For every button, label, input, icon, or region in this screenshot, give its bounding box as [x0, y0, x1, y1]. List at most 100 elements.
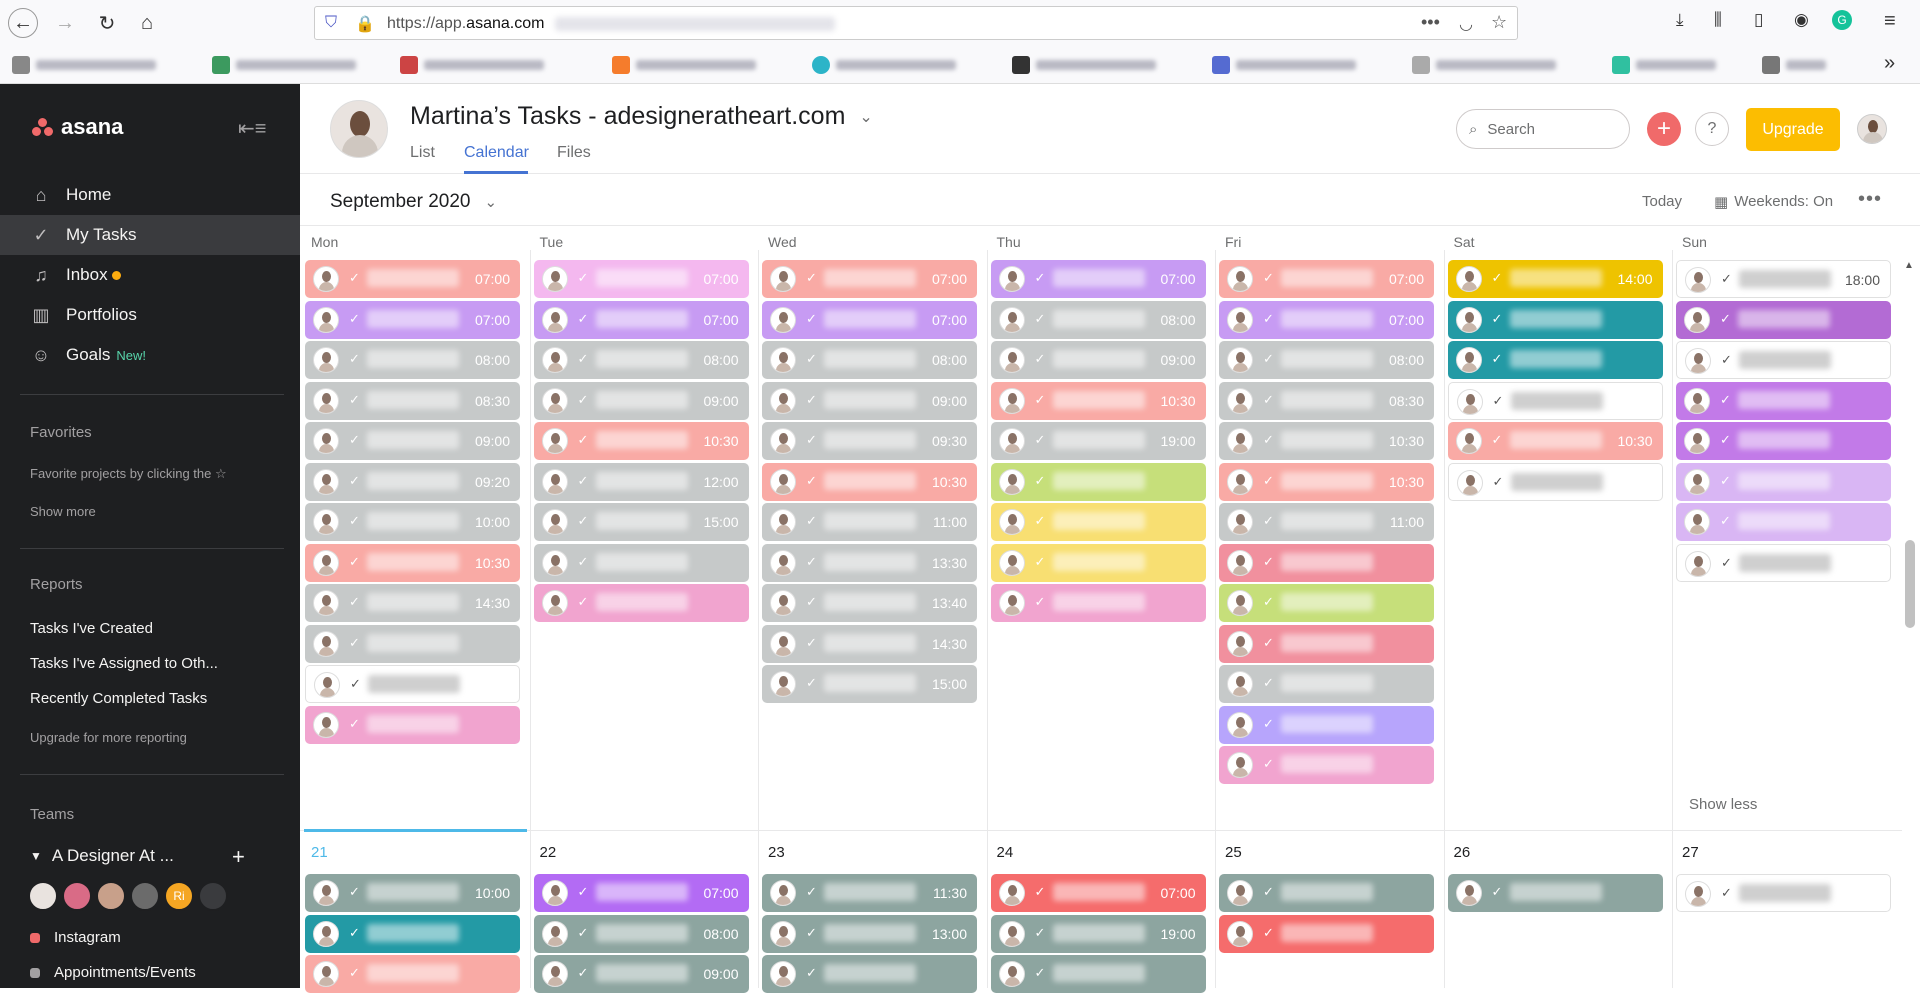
check-icon[interactable]: ✓: [1263, 635, 1274, 651]
task-card[interactable]: ✓ 07:00: [990, 874, 1206, 912]
check-icon[interactable]: ✓: [1720, 311, 1731, 327]
library-icon[interactable]: ⫼: [1714, 10, 1722, 30]
task-card[interactable]: ✓ 08:00: [533, 914, 749, 953]
check-icon[interactable]: ✓: [1263, 513, 1274, 529]
task-card[interactable]: ✓: [1219, 914, 1434, 953]
assignee-avatar[interactable]: [1227, 468, 1253, 495]
check-icon[interactable]: ✓: [578, 554, 589, 570]
task-card[interactable]: ✓ 10:30: [1219, 462, 1434, 501]
check-icon[interactable]: ✓: [806, 432, 817, 448]
assignee-avatar[interactable]: [1456, 469, 1483, 496]
avatar[interactable]: [62, 881, 92, 911]
date-number[interactable]: 25: [1225, 844, 1242, 861]
assignee-avatar[interactable]: [1456, 388, 1483, 415]
assignee-avatar[interactable]: [998, 266, 1025, 292]
assignee-avatar[interactable]: [313, 590, 339, 616]
task-card[interactable]: ✓ 09:30: [762, 422, 977, 460]
assignee-avatar[interactable]: [541, 920, 568, 947]
task-card[interactable]: ✓ 14:30: [762, 624, 977, 663]
asana-logo[interactable]: asana: [32, 114, 123, 140]
date-number[interactable]: 27: [1682, 844, 1699, 861]
sidebar-item-inbox[interactable]: ♫ Inbox: [0, 255, 300, 295]
check-icon[interactable]: ✓: [1721, 555, 1732, 571]
check-icon[interactable]: ✓: [349, 392, 360, 408]
check-icon[interactable]: ✓: [349, 270, 360, 286]
task-card[interactable]: ✓ 07:00: [762, 300, 977, 339]
avatar[interactable]: Ri: [164, 881, 194, 911]
check-icon[interactable]: ✓: [1035, 351, 1046, 367]
assignee-avatar[interactable]: [1685, 348, 1711, 374]
check-icon[interactable]: ✓: [1035, 473, 1046, 489]
check-icon[interactable]: ✓: [1720, 473, 1731, 489]
assignee-avatar[interactable]: [1227, 752, 1253, 778]
task-card[interactable]: ✓ 07:00: [305, 300, 520, 339]
check-icon[interactable]: ✓: [1493, 393, 1504, 409]
task-card[interactable]: ✓: [1447, 462, 1663, 501]
assignee-avatar[interactable]: [1455, 266, 1482, 292]
check-icon[interactable]: ✓: [350, 676, 361, 692]
task-card[interactable]: ✓ 08:00: [990, 300, 1206, 339]
assignee-avatar[interactable]: [1227, 387, 1253, 414]
project-instagram[interactable]: Instagram: [30, 929, 121, 946]
check-icon[interactable]: ✓: [806, 594, 817, 610]
task-card[interactable]: ✓ 09:00: [762, 381, 977, 420]
check-icon[interactable]: ✓: [1035, 554, 1046, 570]
bookmark-item[interactable]: [212, 54, 356, 76]
check-icon[interactable]: ✓: [1035, 965, 1046, 981]
check-icon[interactable]: ✓: [806, 965, 817, 981]
assignee-avatar[interactable]: [313, 630, 339, 657]
sidebar-toggle-icon[interactable]: ▯: [1754, 10, 1763, 30]
check-icon[interactable]: ✓: [1721, 885, 1732, 901]
today-button[interactable]: Today: [1642, 193, 1682, 210]
check-icon[interactable]: ✓: [349, 554, 360, 570]
task-card[interactable]: ✓: [1676, 462, 1891, 501]
task-card[interactable]: ✓: [533, 584, 749, 622]
check-icon[interactable]: ✓: [806, 311, 817, 327]
month-selector[interactable]: September 2020 ⌄: [330, 191, 497, 213]
task-card[interactable]: ✓: [305, 624, 520, 663]
task-card[interactable]: ✓ 10:30: [533, 422, 749, 460]
assignee-avatar[interactable]: [1227, 266, 1253, 292]
task-card[interactable]: ✓: [990, 584, 1206, 622]
check-icon[interactable]: ✓: [1492, 432, 1503, 448]
grammarly-icon[interactable]: G: [1832, 10, 1852, 30]
assignee-avatar[interactable]: [770, 509, 796, 535]
page-actions-icon[interactable]: •••: [1421, 12, 1440, 33]
assignee-avatar[interactable]: [770, 961, 796, 987]
assignee-avatar[interactable]: [541, 387, 568, 414]
task-card[interactable]: ✓ 15:00: [533, 503, 749, 541]
task-card[interactable]: ✓ 15:00: [762, 665, 977, 703]
task-card[interactable]: ✓: [1447, 381, 1663, 420]
assignee-avatar[interactable]: [541, 428, 568, 454]
check-icon[interactable]: ✓: [349, 635, 360, 651]
assignee-avatar[interactable]: [998, 880, 1025, 906]
task-card[interactable]: ✓ 14:30: [305, 584, 520, 622]
assignee-avatar[interactable]: [1684, 306, 1710, 333]
assignee-avatar[interactable]: [541, 306, 568, 333]
shield-icon[interactable]: ⛉: [325, 14, 337, 32]
assignee-avatar[interactable]: [313, 306, 339, 333]
check-icon[interactable]: ✓: [806, 473, 817, 489]
assignee-avatar[interactable]: [1227, 671, 1253, 697]
check-icon[interactable]: ✓: [349, 925, 360, 941]
page-title[interactable]: Martina’s Tasks - adesigneratheart.com ⌄: [410, 102, 873, 131]
check-icon[interactable]: ✓: [806, 635, 817, 651]
assignee-avatar[interactable]: [998, 549, 1025, 576]
sidebar-item-goals[interactable]: ☺ Goals New!: [0, 335, 300, 375]
check-icon[interactable]: ✓: [1720, 392, 1731, 408]
assignee-avatar[interactable]: [1227, 711, 1253, 738]
report-tasks-created[interactable]: Tasks I've Created: [30, 620, 153, 637]
tab-files[interactable]: Files: [557, 144, 591, 162]
task-card[interactable]: ✓ 07:00: [1219, 260, 1434, 298]
assignee-avatar[interactable]: [770, 630, 796, 657]
report-recently-completed[interactable]: Recently Completed Tasks: [30, 690, 207, 707]
task-card[interactable]: ✓: [305, 705, 520, 744]
assignee-avatar[interactable]: [1455, 428, 1482, 454]
check-icon[interactable]: ✓: [349, 351, 360, 367]
assignee-avatar[interactable]: [541, 549, 568, 576]
task-card[interactable]: ✓ 11:00: [1219, 503, 1434, 541]
bookmark-item[interactable]: [812, 54, 956, 76]
task-card[interactable]: ✓ 10:30: [990, 381, 1206, 420]
check-icon[interactable]: ✓: [1035, 432, 1046, 448]
assignee-avatar[interactable]: [770, 387, 796, 414]
